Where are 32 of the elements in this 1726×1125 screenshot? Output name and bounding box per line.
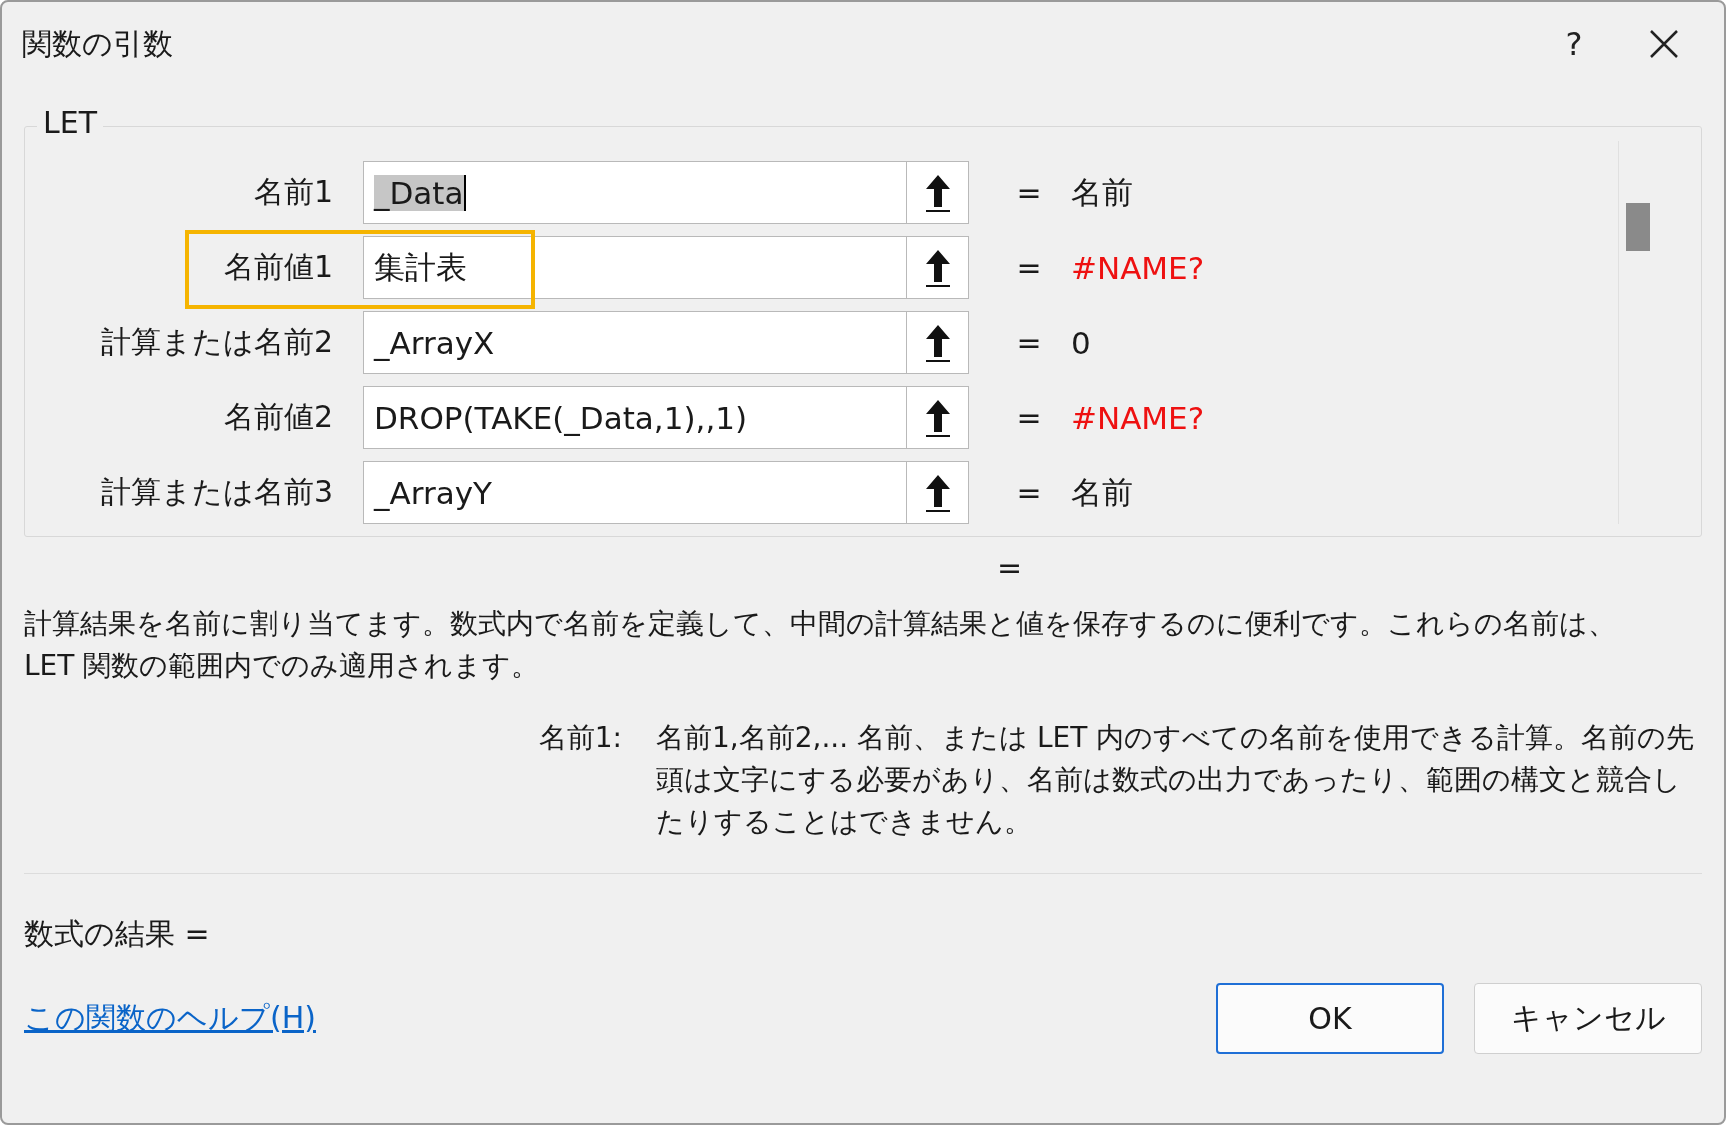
help-link[interactable]: この関数のヘルプ(H) xyxy=(24,998,316,1039)
equals-sign: = xyxy=(1015,175,1043,210)
argument-help-text: 名前1,名前2,... 名前、または LET 内のすべての名前を使用できる計算。名前の先頭は文字にする必要があり、名前は数式の出力であったり、範囲の構文と競合したりすることはできません。 xyxy=(656,720,1696,840)
window-title: 関数の引数 xyxy=(22,24,173,63)
equals-sign: = xyxy=(1015,400,1043,435)
argument-field[interactable]: _Data xyxy=(363,161,969,224)
argument-field[interactable]: _ArrayY xyxy=(363,461,969,524)
formula-result: 数式の結果 = xyxy=(24,915,211,953)
argument-result: #NAME? xyxy=(1071,249,1205,286)
argument-result: 名前 xyxy=(1071,472,1133,512)
argument-field[interactable]: 集計表 xyxy=(363,236,969,299)
equals-sign: = xyxy=(1015,475,1043,510)
cancel-button[interactable]: キャンセル xyxy=(1474,983,1702,1054)
overall-result: = xyxy=(997,549,1023,585)
close-icon xyxy=(1649,29,1679,59)
ok-button[interactable]: OK xyxy=(1216,983,1444,1054)
argument-label: 名前値2 xyxy=(222,398,334,436)
argument-label: 名前1 xyxy=(252,173,334,211)
scrollbar-thumb[interactable] xyxy=(1626,203,1650,251)
equals-sign: = xyxy=(1015,250,1043,285)
argument-field[interactable]: DROP(TAKE(_Data,1),,1) xyxy=(363,386,969,449)
argument-result: 名前 xyxy=(1071,172,1133,212)
argument-label: 計算または名前2 xyxy=(99,323,334,361)
help-button[interactable]: ? xyxy=(1544,14,1604,74)
equals-sign: = xyxy=(1015,325,1043,360)
argument-help-label: 名前1: xyxy=(537,720,623,756)
argument-label: 名前値1 xyxy=(222,248,334,286)
argument-result: #NAME? xyxy=(1071,399,1205,436)
argument-field[interactable]: _ArrayX xyxy=(363,311,969,374)
argument-label: 計算または名前3 xyxy=(99,473,334,511)
function-description: 計算結果を名前に割り当てます。数式内で名前を定義して、中間の計算結果と値を保存するのに便利です。これらの名前は、LET 関数の範囲内でのみ適用されます。 xyxy=(24,606,1617,684)
argument-result: 0 xyxy=(1071,324,1091,361)
